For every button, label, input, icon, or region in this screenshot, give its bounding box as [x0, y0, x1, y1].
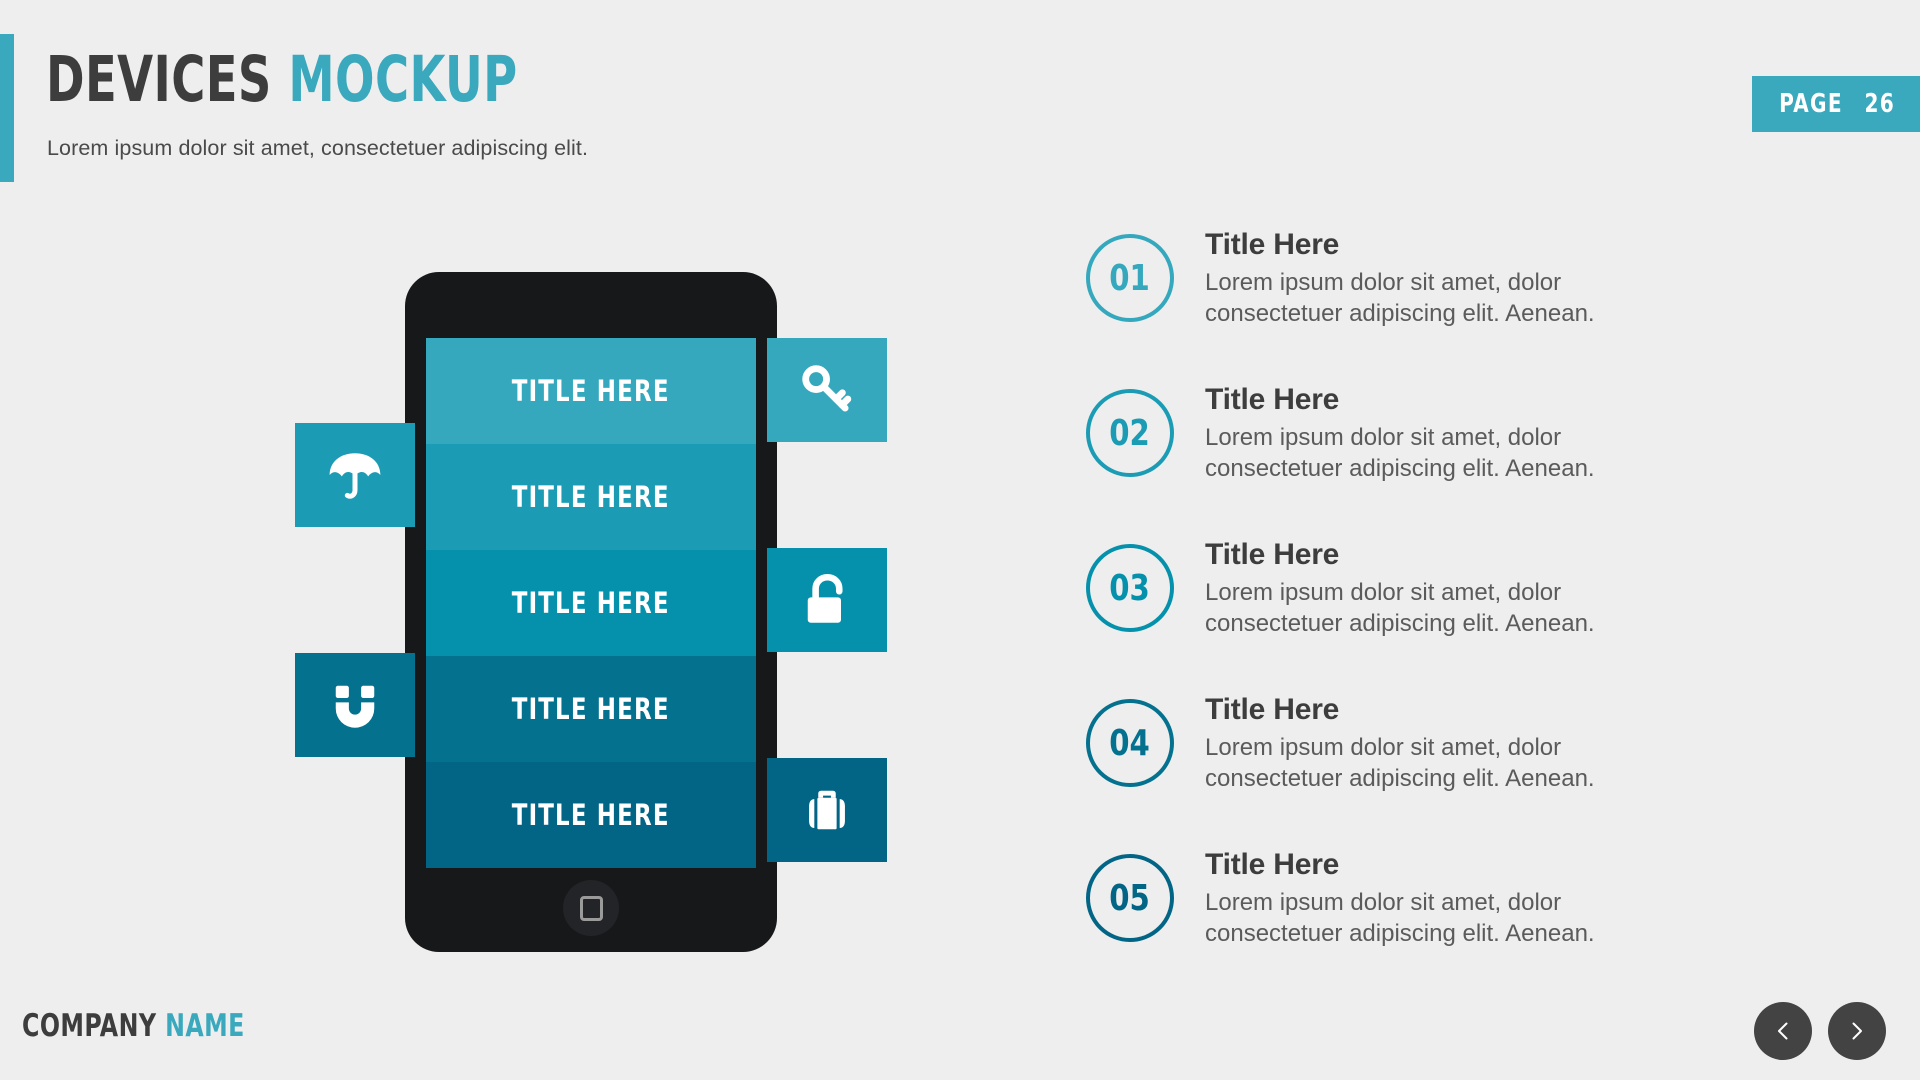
feature-number: 04: [1109, 722, 1151, 764]
header-accent-bar: [0, 34, 14, 182]
feature-number-circle: 05: [1086, 854, 1174, 942]
nav-buttons: [1754, 1002, 1886, 1060]
feature-title: Title Here: [1205, 383, 1340, 416]
key-icon: [802, 365, 852, 412]
next-slide-button[interactable]: [1828, 1002, 1886, 1060]
feature-description: Lorem ipsum dolor sit amet, dolor consec…: [1205, 423, 1595, 483]
feature-description: Lorem ipsum dolor sit amet, dolor consec…: [1205, 578, 1595, 638]
feature-text: Title Here Lorem ipsum dolor sit amet, do…: [1205, 691, 1825, 795]
page-badge-number: 26: [1864, 89, 1896, 119]
icon-tab-unlock[interactable]: [767, 548, 887, 652]
feature-title: Title Here: [1205, 538, 1340, 571]
feature-description: Lorem ipsum dolor sit amet, dolor consec…: [1205, 268, 1595, 328]
feature-number-circle: 02: [1086, 389, 1174, 477]
feature-number-circle: 01: [1086, 234, 1174, 322]
feature-number-circle: 03: [1086, 544, 1174, 632]
phone-screen-band[interactable]: TITLE HERE: [426, 762, 756, 868]
phone-screen: TITLE HERE TITLE HERE TITLE HERE TITLE HERE…: [426, 338, 756, 868]
phone-mockup: TITLE HERE TITLE HERE TITLE HERE TITLE HERE…: [405, 272, 777, 952]
page-badge: PAGE 26: [1752, 76, 1920, 132]
feature-item[interactable]: 01 Title Here Lorem ipsum dolor sit amet, …: [1086, 226, 1846, 381]
feature-title: Title Here: [1205, 693, 1340, 726]
feature-item[interactable]: 04 Title Here Lorem ipsum dolor sit amet, …: [1086, 691, 1846, 846]
page-title: DEVICES MOCKUP: [46, 48, 518, 111]
feature-title: Title Here: [1205, 228, 1340, 261]
phone-screen-band[interactable]: TITLE HERE: [426, 550, 756, 656]
briefcase-icon: [809, 790, 845, 830]
feature-number: 03: [1109, 567, 1151, 609]
feature-number-circle: 04: [1086, 699, 1174, 787]
feature-list: 01 Title Here Lorem ipsum dolor sit amet, …: [1086, 226, 1846, 1001]
page-subtitle: Lorem ipsum dolor sit amet, consectetuer…: [47, 136, 589, 160]
feature-number: 05: [1109, 877, 1151, 919]
phone-screen-band-label: TITLE HERE: [512, 480, 670, 514]
chevron-right-icon: [1852, 1022, 1862, 1040]
icon-tab-umbrella[interactable]: [295, 423, 415, 527]
feature-description: Lorem ipsum dolor sit amet, dolor consec…: [1205, 733, 1595, 793]
footer-company: COMPANY NAME: [22, 1008, 245, 1044]
phone-screen-band-label: TITLE HERE: [512, 586, 670, 620]
feature-number: 02: [1109, 412, 1151, 454]
phone-screen-band[interactable]: TITLE HERE: [426, 444, 756, 550]
feature-item[interactable]: 03 Title Here Lorem ipsum dolor sit amet, …: [1086, 536, 1846, 691]
footer-company-accent: NAME: [165, 1008, 245, 1044]
page-title-primary: DEVICES: [46, 43, 272, 116]
feature-item[interactable]: 05 Title Here Lorem ipsum dolor sit amet, …: [1086, 846, 1846, 1001]
phone-screen-band[interactable]: TITLE HERE: [426, 656, 756, 762]
phone-screen-band-label: TITLE HERE: [512, 374, 670, 408]
icon-tab-key[interactable]: [767, 338, 887, 442]
phone-home-button[interactable]: [563, 880, 619, 936]
phone-screen-band-label: TITLE HERE: [512, 798, 670, 832]
feature-number: 01: [1109, 257, 1151, 299]
unlock-icon: [807, 573, 843, 623]
feature-text: Title Here Lorem ipsum dolor sit amet, do…: [1205, 381, 1825, 485]
page-title-accent: MOCKUP: [288, 43, 518, 116]
rounded-square-icon: [579, 895, 603, 921]
feature-item[interactable]: 02 Title Here Lorem ipsum dolor sit amet, …: [1086, 381, 1846, 536]
feature-text: Title Here Lorem ipsum dolor sit amet, do…: [1205, 846, 1825, 950]
phone-screen-band[interactable]: TITLE HERE: [426, 338, 756, 444]
umbrella-icon: [329, 453, 381, 499]
feature-title: Title Here: [1205, 848, 1340, 881]
page-badge-label: PAGE: [1779, 89, 1844, 119]
icon-tab-briefcase[interactable]: [767, 758, 887, 862]
feature-text: Title Here Lorem ipsum dolor sit amet, do…: [1205, 226, 1825, 330]
feature-text: Title Here Lorem ipsum dolor sit amet, do…: [1205, 536, 1825, 640]
magnet-icon: [335, 685, 375, 728]
icon-tab-magnet[interactable]: [295, 653, 415, 757]
prev-slide-button[interactable]: [1754, 1002, 1812, 1060]
chevron-left-icon: [1778, 1022, 1788, 1040]
feature-description: Lorem ipsum dolor sit amet, dolor consec…: [1205, 888, 1595, 948]
phone-screen-band-label: TITLE HERE: [512, 692, 670, 726]
footer-company-primary: COMPANY: [22, 1008, 157, 1044]
